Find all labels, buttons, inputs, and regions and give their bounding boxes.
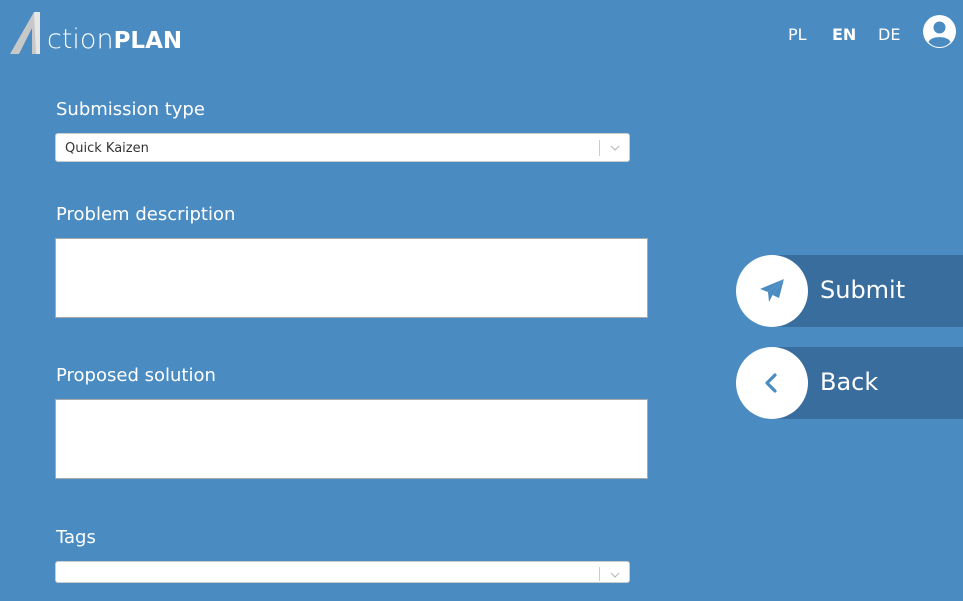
chevron-down-icon[interactable] [609, 569, 621, 581]
chevron-left-icon [765, 373, 777, 393]
submit-button[interactable]: Submit [736, 255, 963, 327]
proposed-solution-label: Proposed solution [56, 365, 216, 386]
chevron-down-icon[interactable] [609, 142, 621, 154]
submit-button-circle[interactable] [736, 255, 808, 327]
back-button-circle[interactable] [736, 347, 808, 419]
problem-description-textarea[interactable] [55, 238, 648, 318]
logo-text: ctionPLAN [47, 25, 182, 56]
back-button-label[interactable]: Back [820, 368, 878, 396]
language-en[interactable]: EN [832, 25, 856, 44]
submission-type-value: Quick Kaizen [65, 141, 149, 156]
tags-label: Tags [56, 527, 96, 548]
language-de[interactable]: DE [878, 25, 900, 44]
problem-description-label: Problem description [56, 204, 236, 225]
paper-plane-icon [760, 279, 784, 302]
submission-type-label: Submission type [56, 99, 205, 120]
language-pl[interactable]: PL [788, 25, 807, 44]
back-button[interactable]: Back [736, 347, 963, 419]
submit-button-label[interactable]: Submit [820, 276, 905, 304]
user-circle-icon[interactable] [923, 15, 956, 48]
select-separator [599, 567, 600, 581]
proposed-solution-textarea[interactable] [55, 399, 648, 479]
logo-text-part1: ction [47, 24, 114, 55]
logo-a-mark-icon [10, 12, 40, 54]
logo-text-part2: PLAN [113, 28, 183, 54]
tags-select[interactable] [55, 561, 630, 583]
select-separator [599, 140, 600, 156]
submission-type-select[interactable]: Quick Kaizen [55, 133, 630, 162]
app-logo[interactable]: ctionPLAN [10, 12, 185, 56]
